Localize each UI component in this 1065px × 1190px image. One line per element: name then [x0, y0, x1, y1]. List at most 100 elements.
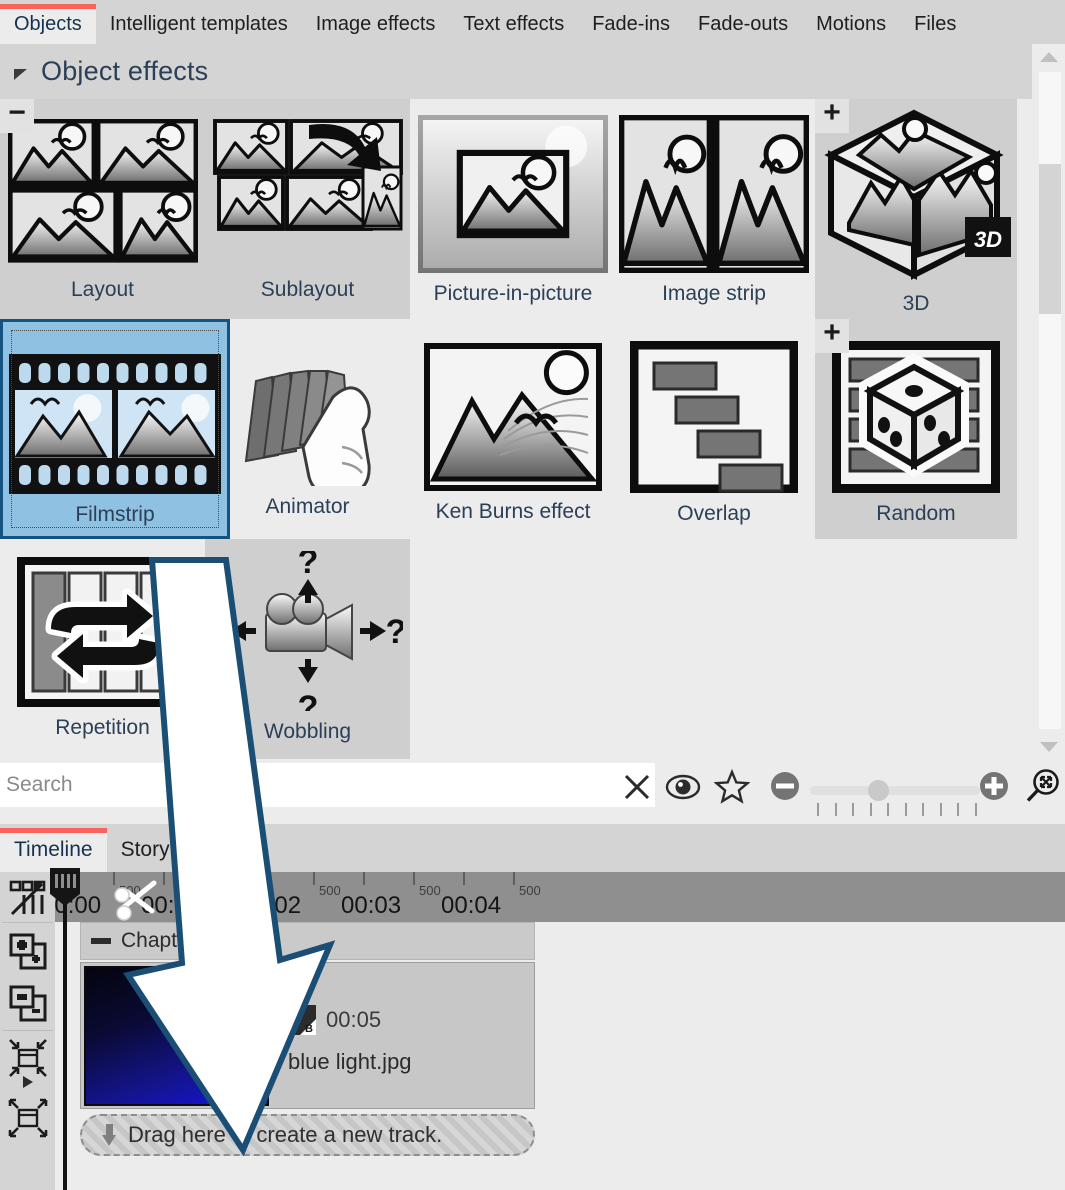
- tab-intelligent-templates[interactable]: Intelligent templates: [96, 4, 302, 44]
- tab-label: Fade-outs: [698, 12, 789, 35]
- minus-circle-icon[interactable]: [769, 770, 801, 807]
- search-toolbar: [0, 761, 1065, 816]
- ab-transition-icon: A B: [286, 1005, 316, 1035]
- timeline-clip[interactable]: A B 00:05 blue light.jpg: [80, 962, 535, 1109]
- scrollbar-thumb[interactable]: [1039, 164, 1061, 314]
- zoom-slider-ticks: [817, 803, 977, 817]
- chevron-right-icon[interactable]: [18, 1072, 38, 1092]
- ruler-time-label: 00:02: [241, 892, 302, 919]
- collapse-group-icon[interactable]: −: [0, 99, 34, 133]
- effect-label: 3D: [902, 292, 930, 315]
- ruler-subtick-label: 500: [219, 883, 241, 898]
- tab-motions[interactable]: Motions: [802, 4, 900, 44]
- picture-in-picture-icon: [418, 115, 608, 273]
- animator-hand-icon: [238, 351, 378, 486]
- ruler-halftick: [213, 872, 215, 885]
- ken-burns-icon: [424, 343, 602, 491]
- effect-label: Picture-in-picture: [433, 282, 593, 305]
- transition-a-label: A: [288, 1005, 296, 1017]
- ruler-subtick-label: 500: [319, 883, 341, 898]
- search-input[interactable]: [0, 763, 655, 807]
- timeline-tab-storyboard[interactable]: Storyboard: [107, 828, 238, 872]
- tab-label: Image effects: [315, 12, 436, 35]
- tab-label: Files: [914, 12, 957, 35]
- svg-text:?: ?: [213, 613, 232, 651]
- tab-label: Motions: [816, 12, 887, 35]
- arrow-down-icon: [102, 1124, 116, 1146]
- tab-label: Objects: [14, 12, 82, 35]
- effect-item-filmstrip[interactable]: Filmstrip: [0, 319, 230, 539]
- effect-item-3d[interactable]: + 3D 3D: [815, 99, 1017, 319]
- layout-icon: [7, 119, 198, 269]
- timeline-tab-label: Timeline: [14, 838, 93, 861]
- effect-item-random[interactable]: + Random: [815, 318, 1017, 539]
- object-effects-panel-header[interactable]: Object effects: [0, 44, 1032, 99]
- clip-duration: 00:05: [326, 1007, 382, 1032]
- star-icon[interactable]: [713, 768, 751, 810]
- zoom-slider-rail[interactable]: [810, 786, 980, 795]
- random-dice-icon: [832, 341, 1000, 493]
- chapter-label: Chapter 1: [121, 929, 214, 952]
- effect-label: Filmstrip: [75, 503, 155, 526]
- close-x-icon[interactable]: [620, 770, 654, 809]
- transition-b-label: B: [305, 1023, 313, 1035]
- triangle-collapse-icon[interactable]: [14, 69, 27, 80]
- clip-thumbnail: [84, 966, 269, 1106]
- magnifier-fit-icon[interactable]: [1024, 768, 1062, 811]
- effect-label: Random: [876, 502, 956, 525]
- tab-fade-outs[interactable]: Fade-outs: [684, 4, 802, 44]
- app-window: Objects Intelligent templates Image effect…: [0, 0, 1065, 1190]
- svg-text:3D: 3D: [973, 227, 1001, 252]
- ruler-subtick-label: 500: [519, 883, 541, 898]
- timeline-ruler[interactable]: 00:0050000:0150000:0250000:0350000:04500: [55, 872, 1065, 922]
- effect-item-ken-burns-effect[interactable]: Ken Burns effect: [413, 319, 613, 539]
- ruler-tick: [463, 872, 465, 885]
- effect-item-layout[interactable]: − Layout: [0, 99, 205, 319]
- sublayout-icon: [212, 119, 403, 269]
- split-mode-icon[interactable]: [4, 874, 52, 922]
- tab-label: Intelligent templates: [109, 12, 288, 35]
- add-track-icon[interactable]: [4, 928, 52, 976]
- effect-item-image-strip[interactable]: Image strip: [614, 99, 814, 319]
- remove-track-icon[interactable]: [4, 980, 52, 1028]
- zoom-slider[interactable]: [810, 777, 980, 816]
- effect-item-picture-in-picture[interactable]: Picture-in-picture: [413, 99, 613, 319]
- tab-objects[interactable]: Objects: [0, 4, 96, 44]
- timeline-playhead[interactable]: [50, 868, 80, 1190]
- effect-item-animator[interactable]: Animator: [205, 319, 410, 539]
- tab-image-effects[interactable]: Image effects: [302, 4, 450, 44]
- effect-item-wobbling[interactable]: ? ? ? ? Wobbling: [205, 539, 410, 759]
- effect-item-repetition[interactable]: Repetition: [0, 539, 205, 759]
- effect-item-overlap[interactable]: Overlap: [614, 319, 814, 539]
- timeline-tab-timeline[interactable]: Timeline: [0, 828, 107, 872]
- tab-text-effects[interactable]: Text effects: [449, 4, 578, 44]
- zoom-slider-knob[interactable]: [868, 780, 889, 801]
- svg-text:?: ?: [297, 689, 318, 711]
- effect-label: Sublayout: [260, 278, 355, 301]
- effect-label: Animator: [265, 495, 350, 518]
- effect-item-sublayout[interactable]: Sublayout: [205, 99, 410, 319]
- expand-group-icon[interactable]: +: [815, 99, 849, 133]
- effects-grid: − Layout Sublayout Picture-in-picture Im…: [0, 99, 1032, 761]
- minus-icon[interactable]: [91, 938, 111, 944]
- tab-fade-ins[interactable]: Fade-ins: [578, 4, 684, 44]
- repetition-loop-icon: [16, 557, 189, 707]
- ruler-time-label: 00:03: [341, 892, 402, 919]
- expand-track-icon[interactable]: [4, 1094, 52, 1142]
- effects-scrollbar[interactable]: [1032, 44, 1065, 761]
- wobbling-camera-icon: ? ? ? ?: [213, 551, 403, 711]
- plus-circle-icon[interactable]: [978, 770, 1010, 807]
- page-title: Object effects: [41, 56, 209, 86]
- timeline-tab-label: Storyboard: [120, 838, 224, 861]
- scroll-down-arrow-icon[interactable]: [1039, 742, 1058, 752]
- effect-label: Layout: [70, 278, 135, 301]
- tab-files[interactable]: Files: [900, 4, 970, 44]
- timeline-tracks: Chapter 1 A B 00:05 blue light.jpg Drag …: [55, 922, 1065, 1190]
- ruler-tick: [363, 872, 365, 885]
- scroll-up-arrow-icon[interactable]: [1039, 52, 1058, 62]
- new-track-dropzone[interactable]: Drag here to create a new track.: [80, 1114, 535, 1156]
- timeline-tool-column: [0, 872, 55, 1190]
- eye-icon[interactable]: [665, 772, 701, 807]
- expand-group-icon[interactable]: +: [815, 318, 849, 353]
- new-track-label: Drag here to create a new track.: [128, 1122, 443, 1147]
